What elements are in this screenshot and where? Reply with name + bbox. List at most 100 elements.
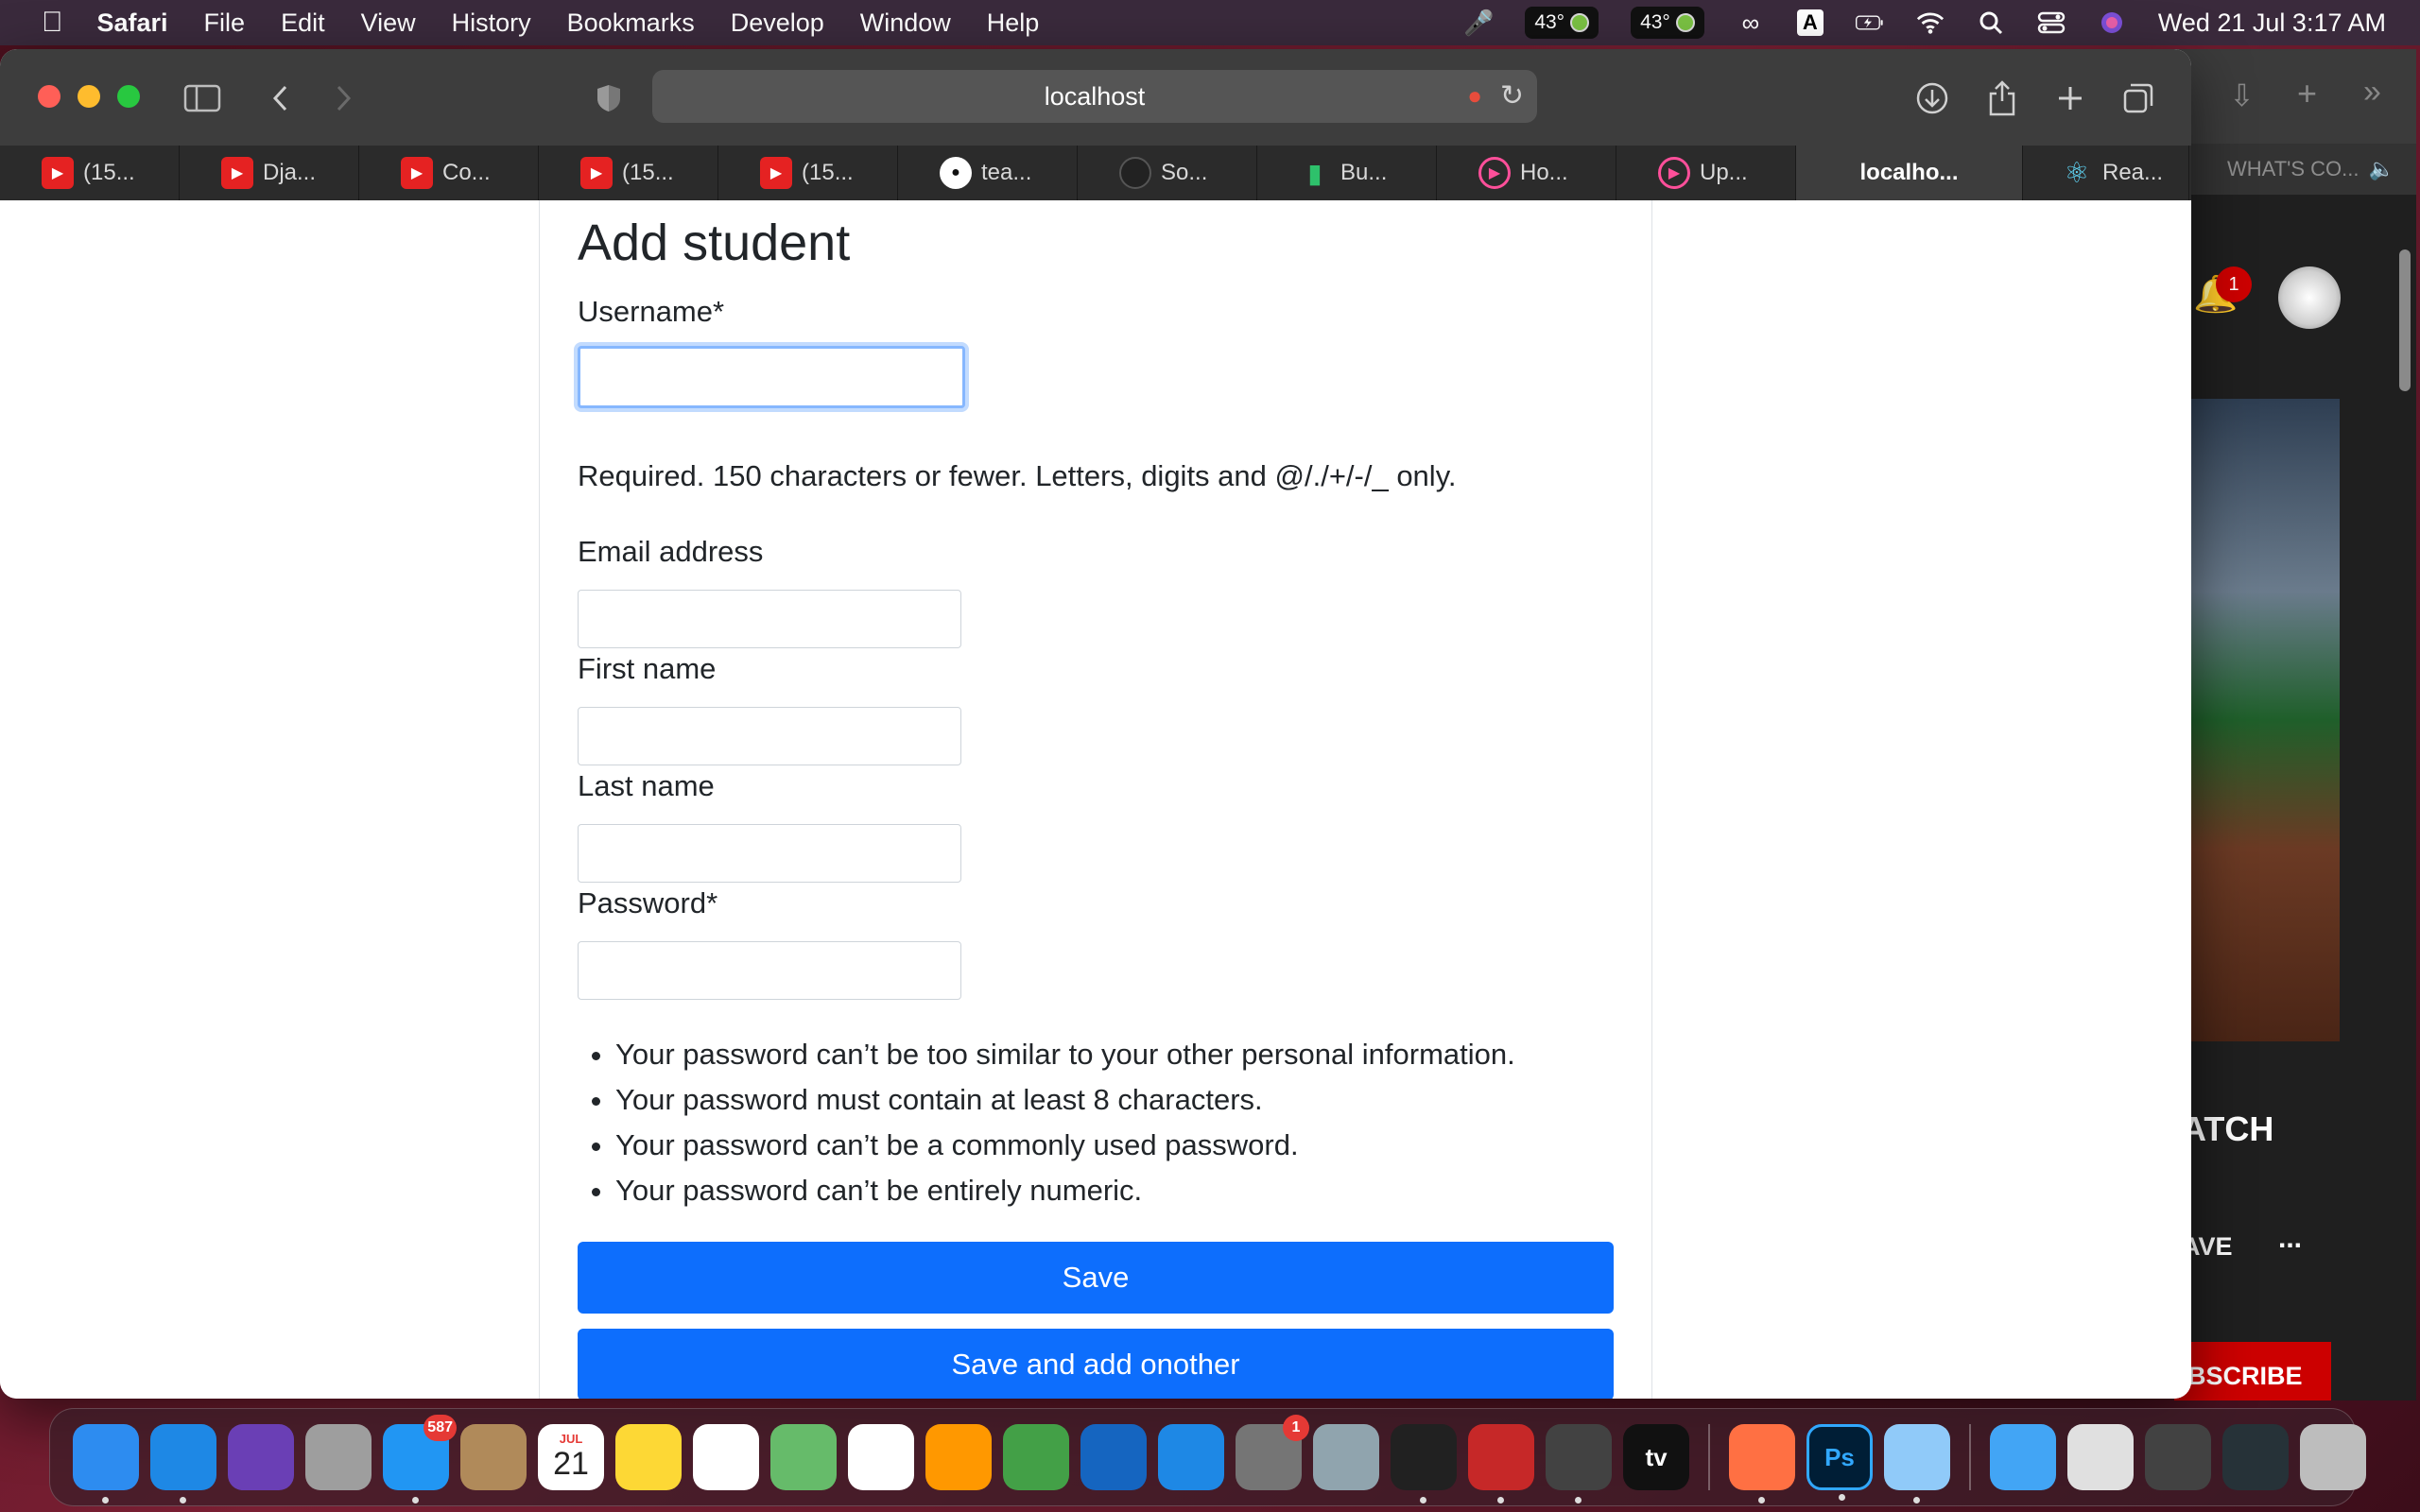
mail-icon[interactable]: 587: [383, 1415, 457, 1503]
sidebar-toggle-icon[interactable]: [182, 77, 223, 119]
subscribe-button[interactable]: BSCRIBE: [2174, 1342, 2331, 1400]
tab-overview-icon[interactable]: [2118, 77, 2159, 119]
menu-develop[interactable]: Develop: [731, 9, 824, 38]
trash-icon[interactable]: [2300, 1424, 2366, 1490]
tab-react[interactable]: ⚛ Rea...: [2023, 146, 2189, 200]
save-button[interactable]: Save: [578, 1242, 1614, 1314]
creative-cloud-icon[interactable]: ∞: [1737, 9, 1765, 37]
tab-hotstar-1[interactable]: ▶ Ho...: [1437, 146, 1616, 200]
launchpad-icon[interactable]: [305, 1424, 372, 1490]
recent-window-1-icon[interactable]: [2067, 1424, 2134, 1490]
recent-window-3-icon[interactable]: [2222, 1424, 2289, 1490]
downloads-icon[interactable]: [1911, 77, 1953, 119]
finder-icon[interactable]: [73, 1424, 139, 1503]
tab-sonar[interactable]: So...: [1078, 146, 1257, 200]
tab-label: localho...: [1859, 160, 1959, 185]
avatar[interactable]: [2278, 266, 2341, 329]
username-input[interactable]: [578, 346, 965, 408]
first-name-input[interactable]: [578, 707, 961, 765]
temperature-widget-1[interactable]: 43°: [1525, 7, 1599, 39]
tab-localhost-active[interactable]: localho...: [1796, 146, 2023, 200]
terminal-icon[interactable]: [1391, 1424, 1457, 1503]
notes-icon[interactable]: [615, 1424, 682, 1490]
safari-icon[interactable]: [150, 1424, 216, 1503]
network-radar-icon[interactable]: [1313, 1424, 1379, 1490]
download-icon[interactable]: ⇩: [2229, 77, 2255, 113]
siri-icon[interactable]: [2098, 9, 2126, 37]
tab-youtube-1[interactable]: ▶ (15...: [0, 146, 180, 200]
menu-bookmarks[interactable]: Bookmarks: [567, 9, 695, 38]
firefox-icon[interactable]: [1729, 1424, 1795, 1503]
numbers-icon[interactable]: [1003, 1424, 1069, 1490]
calendar-icon[interactable]: JUL 21: [538, 1424, 604, 1490]
running-indicator: [1497, 1497, 1504, 1503]
menu-clock[interactable]: Wed 21 Jul 3:17 AM: [2158, 9, 2386, 38]
battery-icon[interactable]: [1855, 9, 1884, 37]
last-name-input[interactable]: [578, 824, 961, 883]
address-bar[interactable]: localhost ● ↻: [652, 70, 1537, 123]
close-window-button[interactable]: [38, 85, 60, 108]
tab-youtube-2[interactable]: ▶ Dja...: [180, 146, 359, 200]
menu-edit[interactable]: Edit: [281, 9, 325, 38]
apple-tv-icon[interactable]: tv: [1623, 1424, 1689, 1490]
tab-youtube-3[interactable]: ▶ Co...: [359, 146, 539, 200]
youtube-icon: ▶: [42, 157, 74, 189]
new-tab-icon[interactable]: +: [2297, 74, 2317, 113]
microphone-recording-icon[interactable]: ●: [1467, 81, 1482, 111]
new-tab-button-icon[interactable]: [2049, 77, 2091, 119]
menu-file[interactable]: File: [204, 9, 246, 38]
speaker-icon[interactable]: 🔈: [2368, 157, 2394, 181]
apple-menu-icon[interactable]: : [42, 7, 63, 39]
temperature-widget-2[interactable]: 43°: [1631, 7, 1704, 39]
tab-bulb[interactable]: ▮ Bu...: [1257, 146, 1437, 200]
tab-youtube-4[interactable]: ▶ (15...: [539, 146, 718, 200]
spotlight-search-icon[interactable]: [1977, 9, 2005, 37]
app-store-icon[interactable]: [1158, 1424, 1224, 1490]
save-and-add-another-button[interactable]: Save and add onother: [578, 1329, 1614, 1399]
zoom-window-button[interactable]: [117, 85, 140, 108]
wifi-icon[interactable]: [1916, 9, 1945, 37]
reload-icon[interactable]: ↻: [1500, 79, 1524, 112]
scrollbar[interactable]: [2399, 249, 2411, 391]
photos-icon[interactable]: [848, 1424, 914, 1490]
back-button-icon[interactable]: [259, 77, 301, 119]
preview-icon[interactable]: [1884, 1424, 1950, 1503]
share-icon[interactable]: [1981, 77, 2023, 119]
background-tab[interactable]: WHAT'S CO... 🔈: [2174, 144, 2416, 195]
keynote-icon[interactable]: [1080, 1424, 1147, 1490]
input-source-icon[interactable]: A: [1796, 9, 1824, 36]
dock-icon-text: tv: [1645, 1442, 1668, 1471]
window-controls: [38, 85, 140, 108]
control-center-icon[interactable]: [2037, 9, 2066, 37]
page-content: Add student Username* Required. 150 char…: [0, 200, 2191, 1399]
siri-icon[interactable]: [228, 1424, 294, 1490]
contacts-icon[interactable]: [460, 1424, 527, 1490]
photoshop-icon[interactable]: Ps: [1806, 1424, 1873, 1501]
maps-icon[interactable]: [770, 1424, 837, 1490]
pages-icon[interactable]: [925, 1424, 992, 1490]
menu-app-safari[interactable]: Safari: [97, 9, 168, 38]
microphone-icon[interactable]: 🎤: [1463, 9, 1494, 37]
minimize-window-button[interactable]: [78, 85, 100, 108]
more-actions-button[interactable]: ...: [2278, 1223, 2302, 1255]
system-preferences-icon[interactable]: 1: [1236, 1415, 1309, 1490]
forward-button-icon[interactable]: [323, 77, 365, 119]
password-input[interactable]: [578, 941, 961, 1000]
tab-hotstar-2[interactable]: ▶ Up...: [1616, 146, 1796, 200]
menu-view[interactable]: View: [361, 9, 416, 38]
reminders-icon[interactable]: [693, 1424, 759, 1490]
recent-window-2-icon[interactable]: [2145, 1424, 2211, 1490]
youtube-icon: ▶: [580, 157, 613, 189]
acrobat-icon[interactable]: [1468, 1424, 1534, 1503]
email-input[interactable]: [578, 590, 961, 648]
menu-history[interactable]: History: [452, 9, 531, 38]
privacy-shield-icon[interactable]: [588, 77, 630, 119]
tab-github[interactable]: ● tea...: [898, 146, 1078, 200]
video-thumbnail[interactable]: [2174, 399, 2340, 1041]
menu-window[interactable]: Window: [860, 9, 951, 38]
menu-help[interactable]: Help: [987, 9, 1040, 38]
sublime-text-icon[interactable]: [1546, 1424, 1612, 1503]
downloads-folder-icon[interactable]: [1990, 1424, 2056, 1490]
more-tabs-icon[interactable]: »: [2363, 74, 2381, 111]
tab-youtube-5[interactable]: ▶ (15...: [718, 146, 898, 200]
